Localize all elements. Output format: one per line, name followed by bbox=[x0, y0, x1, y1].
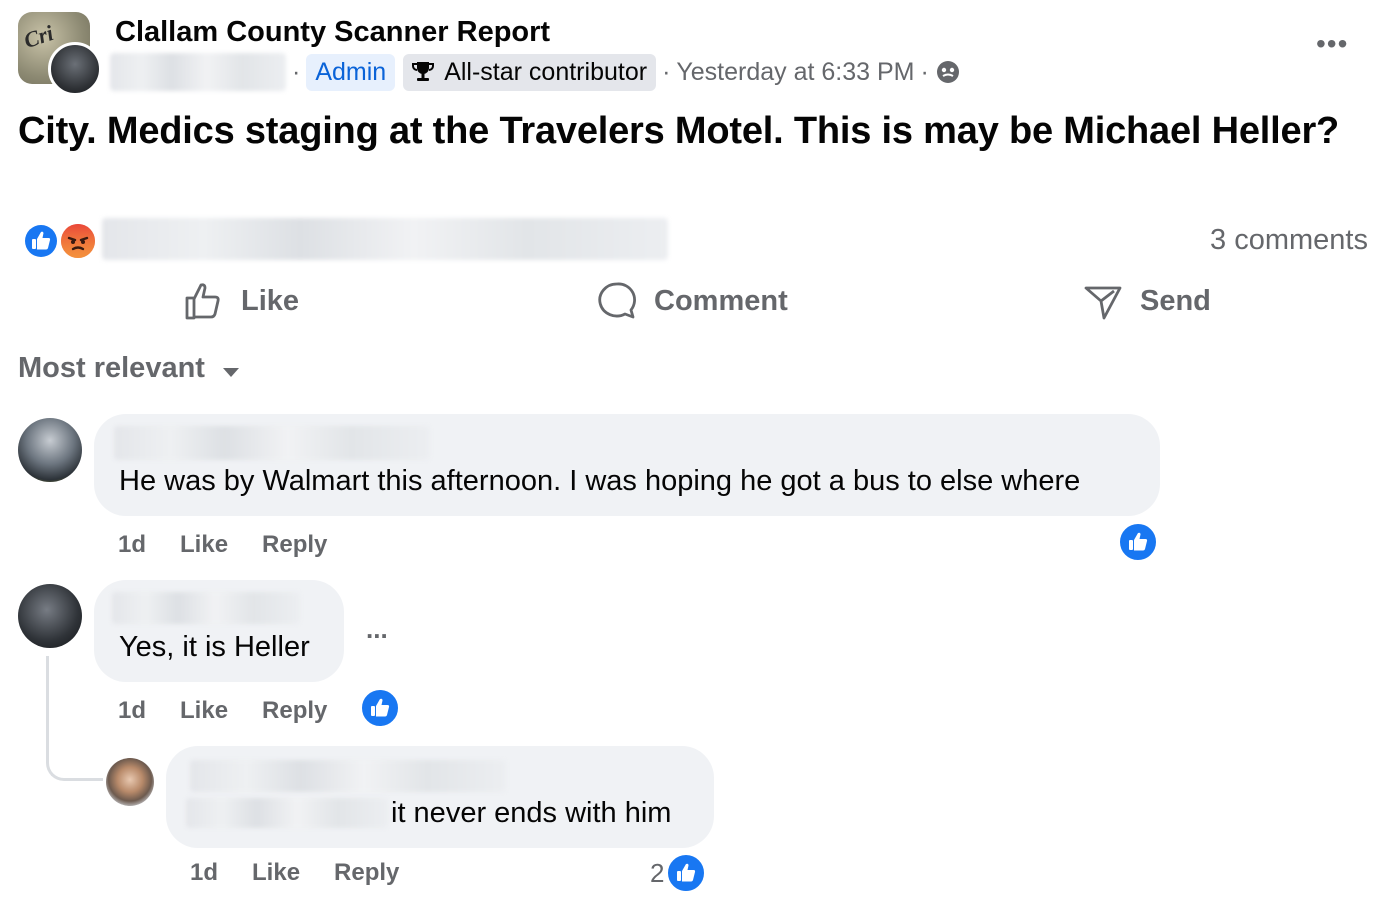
comment-time[interactable]: 1d bbox=[118, 697, 146, 725]
send-button[interactable]: Send bbox=[1082, 280, 1211, 322]
group-avatar-text: Cri bbox=[20, 20, 57, 53]
angry-reaction-icon bbox=[61, 224, 95, 258]
comment-like-reaction-icon[interactable] bbox=[360, 688, 400, 728]
comment-meta: 1d Like Reply bbox=[118, 697, 361, 725]
allstar-badge[interactable]: All-star contributor bbox=[403, 53, 657, 91]
comment-label: Comment bbox=[654, 284, 788, 317]
comment-reply-button[interactable]: Reply bbox=[262, 531, 327, 559]
commenter-avatar[interactable] bbox=[18, 584, 82, 648]
group-name[interactable]: Clallam County Scanner Report bbox=[115, 16, 550, 49]
like-icon bbox=[1129, 532, 1148, 551]
like-label: Like bbox=[241, 284, 300, 317]
post-text: City. Medics staging at the Travelers Mo… bbox=[18, 110, 1340, 152]
reply-like-reaction-icon bbox=[666, 853, 707, 893]
like-icon bbox=[677, 863, 696, 882]
comment-reply-button[interactable]: Reply bbox=[262, 697, 327, 725]
comment-like-button[interactable]: Like bbox=[180, 531, 228, 559]
replier-avatar[interactable] bbox=[106, 758, 154, 806]
sort-label: Most relevant bbox=[18, 352, 205, 384]
reply-thread-line bbox=[46, 656, 103, 781]
comment-text: Yes, it is Heller bbox=[119, 631, 310, 663]
post-timestamp[interactable]: Yesterday at 6:33 PM bbox=[676, 58, 914, 87]
reply-reply-button[interactable]: Reply bbox=[334, 859, 399, 887]
caret-down-icon bbox=[222, 367, 239, 377]
commenter-avatar[interactable] bbox=[18, 418, 82, 482]
comment-more-icon[interactable]: ... bbox=[366, 614, 388, 645]
comment-like-reaction-icon[interactable] bbox=[1118, 522, 1158, 562]
like-reaction-icon bbox=[23, 223, 59, 259]
reaction-summary[interactable] bbox=[22, 222, 98, 260]
send-icon bbox=[1084, 286, 1122, 320]
reply-reactions[interactable]: 2 bbox=[650, 853, 707, 893]
comment-like-button[interactable]: Like bbox=[180, 697, 228, 725]
like-button[interactable]: Like bbox=[183, 280, 299, 322]
comments-count[interactable]: 3 comments bbox=[1210, 224, 1368, 257]
admin-badge[interactable]: Admin bbox=[306, 53, 396, 91]
reply-reaction-count: 2 bbox=[650, 857, 665, 888]
mention-redacted[interactable] bbox=[186, 798, 388, 828]
trophy-icon bbox=[412, 62, 435, 81]
send-label: Send bbox=[1140, 284, 1211, 317]
comment-time[interactable]: 1d bbox=[118, 531, 146, 559]
replier-name-redacted[interactable] bbox=[190, 760, 506, 792]
post-meta: · Admin All-star contributor · Yesterday… bbox=[110, 52, 961, 92]
like-icon bbox=[371, 698, 390, 717]
more-options-icon[interactable]: ••• bbox=[1316, 28, 1348, 60]
reply-time[interactable]: 1d bbox=[190, 859, 218, 887]
like-icon bbox=[185, 283, 220, 320]
comment-button[interactable]: Comment bbox=[596, 280, 788, 322]
author-avatar[interactable] bbox=[48, 42, 102, 96]
globe-icon[interactable] bbox=[935, 59, 961, 85]
sort-dropdown[interactable]: Most relevant bbox=[18, 352, 243, 385]
reply-meta: 1d Like Reply bbox=[190, 859, 433, 887]
author-name-redacted[interactable] bbox=[110, 53, 286, 91]
comment-text: He was by Walmart this afternoon. I was … bbox=[119, 465, 1081, 497]
reply-text: it never ends with him bbox=[391, 797, 672, 829]
comment-meta: 1d Like Reply bbox=[118, 531, 361, 559]
commenter-name-redacted[interactable] bbox=[114, 426, 430, 460]
comment-icon bbox=[598, 282, 636, 319]
allstar-badge-label: All-star contributor bbox=[444, 57, 648, 86]
commenter-name-redacted[interactable] bbox=[112, 592, 300, 624]
reactors-names-redacted[interactable] bbox=[102, 218, 668, 260]
reply-like-button[interactable]: Like bbox=[252, 859, 300, 887]
